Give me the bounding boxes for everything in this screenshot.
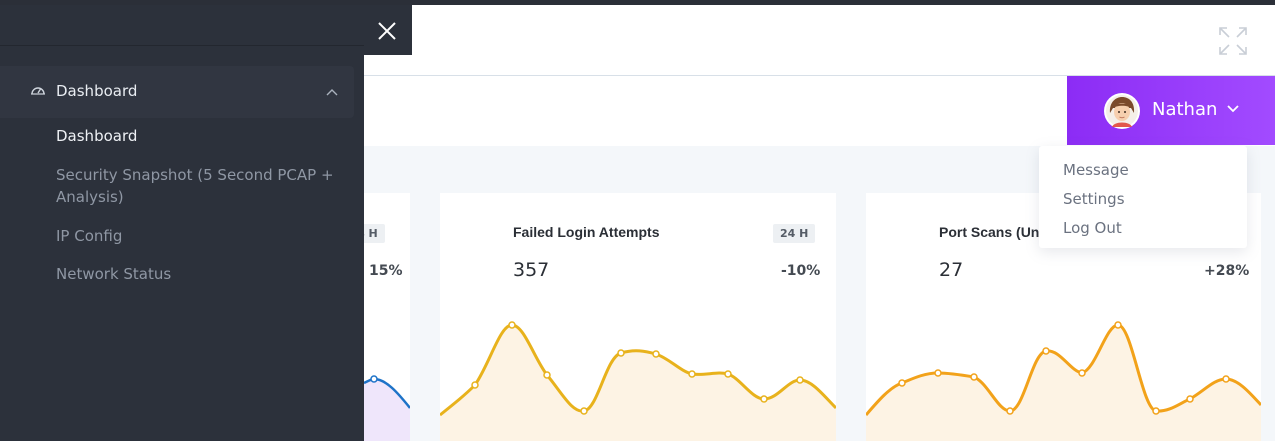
chart-point xyxy=(1186,395,1194,403)
sidebar-item-ip-config[interactable]: IP Config xyxy=(56,225,122,247)
sidebar-item-security-snapshot-cont[interactable]: Analysis) xyxy=(56,186,124,208)
chart-point xyxy=(1006,407,1014,415)
chart-point xyxy=(1114,321,1122,329)
chart-point xyxy=(760,395,768,403)
chart-point xyxy=(796,376,804,384)
area-chart xyxy=(440,321,836,441)
chart-point xyxy=(1042,347,1050,355)
avatar-icon xyxy=(1104,93,1140,129)
menu-item-settings[interactable]: Settings xyxy=(1063,190,1125,208)
sidebar-section-label: Dashboard xyxy=(56,82,138,100)
stat-card-failed-logins: Failed Login Attempts 24 H 357 -10% xyxy=(440,193,836,441)
close-sidebar-button[interactable] xyxy=(364,5,412,55)
sidebar-item-security-snapshot[interactable]: Security Snapshot (5 Second PCAP + xyxy=(56,164,334,186)
chart-point xyxy=(898,379,906,387)
user-dropdown-menu: Message Settings Log Out xyxy=(1039,146,1247,248)
user-menu-button[interactable]: Nathan xyxy=(1067,76,1275,145)
chart-point xyxy=(970,373,978,381)
chart-point xyxy=(370,375,378,383)
chevron-down-icon xyxy=(1227,105,1239,113)
chart-point xyxy=(688,370,696,378)
sidebar-item-dashboard[interactable]: Dashboard xyxy=(56,125,137,147)
chart-point xyxy=(1152,407,1160,415)
chart-point xyxy=(652,350,660,358)
chart-point xyxy=(1078,369,1086,377)
chart-point xyxy=(471,381,479,389)
fullscreen-icon[interactable] xyxy=(1218,26,1248,56)
chart-point xyxy=(724,370,732,378)
chart-point xyxy=(580,407,588,415)
menu-item-message[interactable]: Message xyxy=(1063,161,1129,179)
user-name: Nathan xyxy=(1152,99,1218,120)
chart-point xyxy=(934,369,942,377)
close-icon xyxy=(378,22,396,40)
sidebar-section-dashboard[interactable]: Dashboard xyxy=(0,66,354,118)
menu-item-logout[interactable]: Log Out xyxy=(1063,219,1122,237)
chart-point xyxy=(543,371,551,379)
dashboard-gauge-icon xyxy=(31,87,45,95)
chart-point xyxy=(508,321,516,329)
sidebar-header xyxy=(0,5,364,46)
chart-point xyxy=(617,349,625,357)
sidebar-item-network-status[interactable]: Network Status xyxy=(56,263,171,285)
sidebar: Dashboard Dashboard Security Snapshot (5… xyxy=(0,5,364,441)
chevron-up-icon xyxy=(326,89,338,96)
chart-point xyxy=(1222,375,1230,383)
